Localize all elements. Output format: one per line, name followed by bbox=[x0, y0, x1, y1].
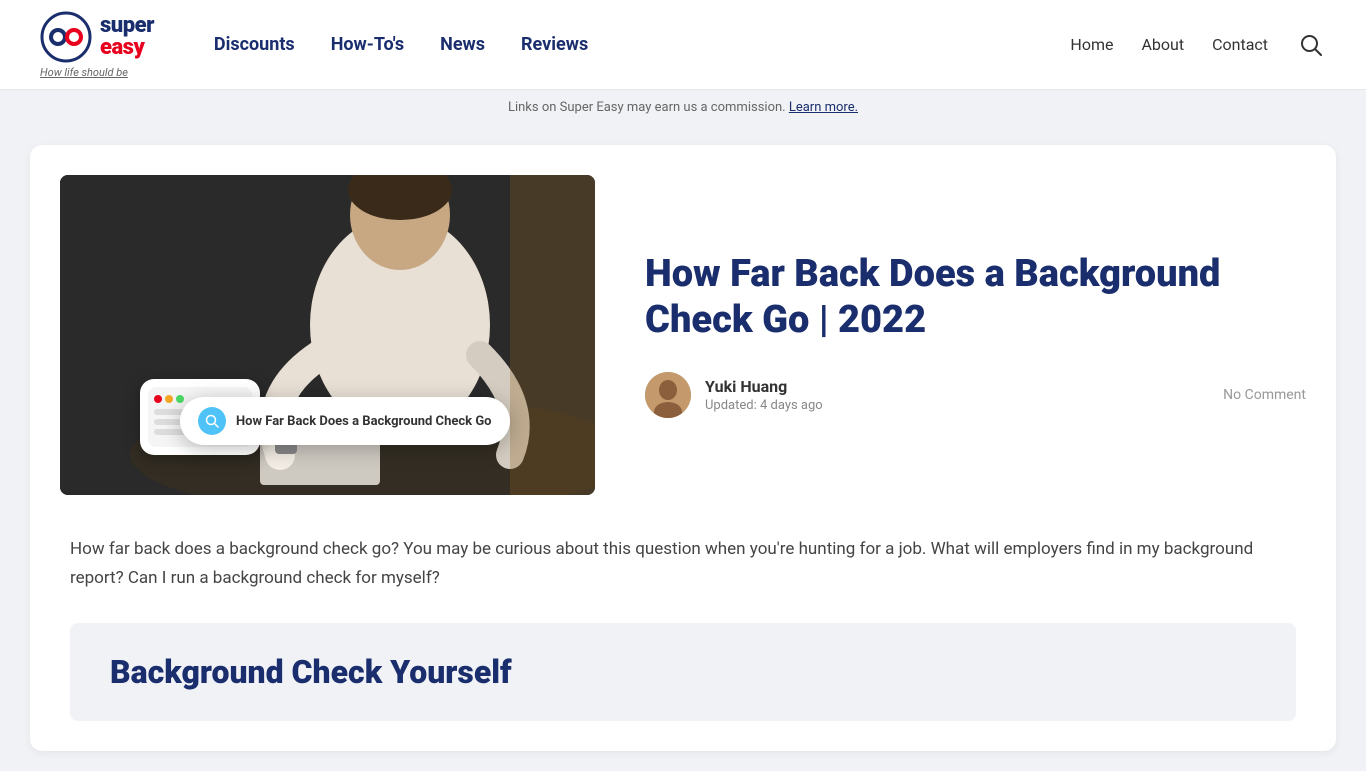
nav-discounts[interactable]: Discounts bbox=[214, 34, 295, 55]
dot-yellow bbox=[165, 395, 173, 403]
logo-text: super easy bbox=[100, 15, 154, 59]
image-search-overlay: How Far Back Does a Background Check Go bbox=[180, 397, 510, 445]
author-updated: Updated: 4 days ago bbox=[705, 398, 823, 413]
logo-area[interactable]: super easy How life should be bbox=[40, 11, 154, 79]
background-scene-svg bbox=[60, 175, 595, 495]
article-intro: How far back does a background check go?… bbox=[70, 535, 1296, 593]
logo-tagline: How life should be bbox=[40, 66, 128, 79]
nav-howtos[interactable]: How-To's bbox=[331, 34, 404, 55]
nav-reviews[interactable]: Reviews bbox=[521, 34, 588, 55]
learn-more-link[interactable]: Learn more. bbox=[789, 100, 858, 115]
author-row: Yuki Huang Updated: 4 days ago No Commen… bbox=[645, 372, 1306, 418]
search-button[interactable] bbox=[1296, 30, 1326, 60]
dot-green bbox=[176, 395, 184, 403]
right-navigation: Home About Contact bbox=[1070, 30, 1326, 60]
nav-about[interactable]: About bbox=[1141, 35, 1184, 54]
article-title: How Far Back Does a Background Check Go … bbox=[645, 252, 1306, 343]
nav-contact[interactable]: Contact bbox=[1212, 35, 1268, 54]
article-card: How Far Back Does a Background Check Go … bbox=[30, 145, 1336, 751]
avatar-image bbox=[645, 372, 691, 418]
nav-home[interactable]: Home bbox=[1070, 35, 1113, 54]
section-box-title: Background Check Yourself bbox=[110, 653, 1256, 691]
logo-easy-text: easy bbox=[100, 37, 154, 59]
author-details: Yuki Huang Updated: 4 days ago bbox=[705, 377, 823, 413]
nav-news[interactable]: News bbox=[440, 34, 485, 55]
author-avatar bbox=[645, 372, 691, 418]
logo-mark: super easy bbox=[40, 11, 154, 63]
search-small-icon bbox=[205, 414, 219, 428]
search-icon bbox=[1300, 34, 1322, 56]
article-featured-image: How Far Back Does a Background Check Go bbox=[60, 175, 595, 495]
section-box: Background Check Yourself bbox=[70, 623, 1296, 721]
article-meta: How Far Back Does a Background Check Go … bbox=[645, 252, 1306, 417]
search-circle-icon bbox=[198, 407, 226, 435]
site-header: super easy How life should be Discounts … bbox=[0, 0, 1366, 90]
commission-text: Links on Super Easy may earn us a commis… bbox=[508, 100, 858, 115]
author-name: Yuki Huang bbox=[705, 377, 823, 396]
logo-icon bbox=[40, 11, 92, 63]
article-hero: How Far Back Does a Background Check Go … bbox=[60, 175, 1306, 495]
article-body: How far back does a background check go?… bbox=[60, 535, 1306, 721]
dot-red bbox=[154, 395, 162, 403]
commission-notice: Links on Super Easy may earn us a commis… bbox=[0, 90, 1366, 125]
logo-super-text: super bbox=[100, 15, 154, 37]
main-navigation: Discounts How-To's News Reviews bbox=[214, 34, 1070, 55]
search-overlay-text: How Far Back Does a Background Check Go bbox=[236, 414, 492, 429]
comment-count: No Comment bbox=[1223, 387, 1306, 403]
author-info: Yuki Huang Updated: 4 days ago bbox=[645, 372, 823, 418]
